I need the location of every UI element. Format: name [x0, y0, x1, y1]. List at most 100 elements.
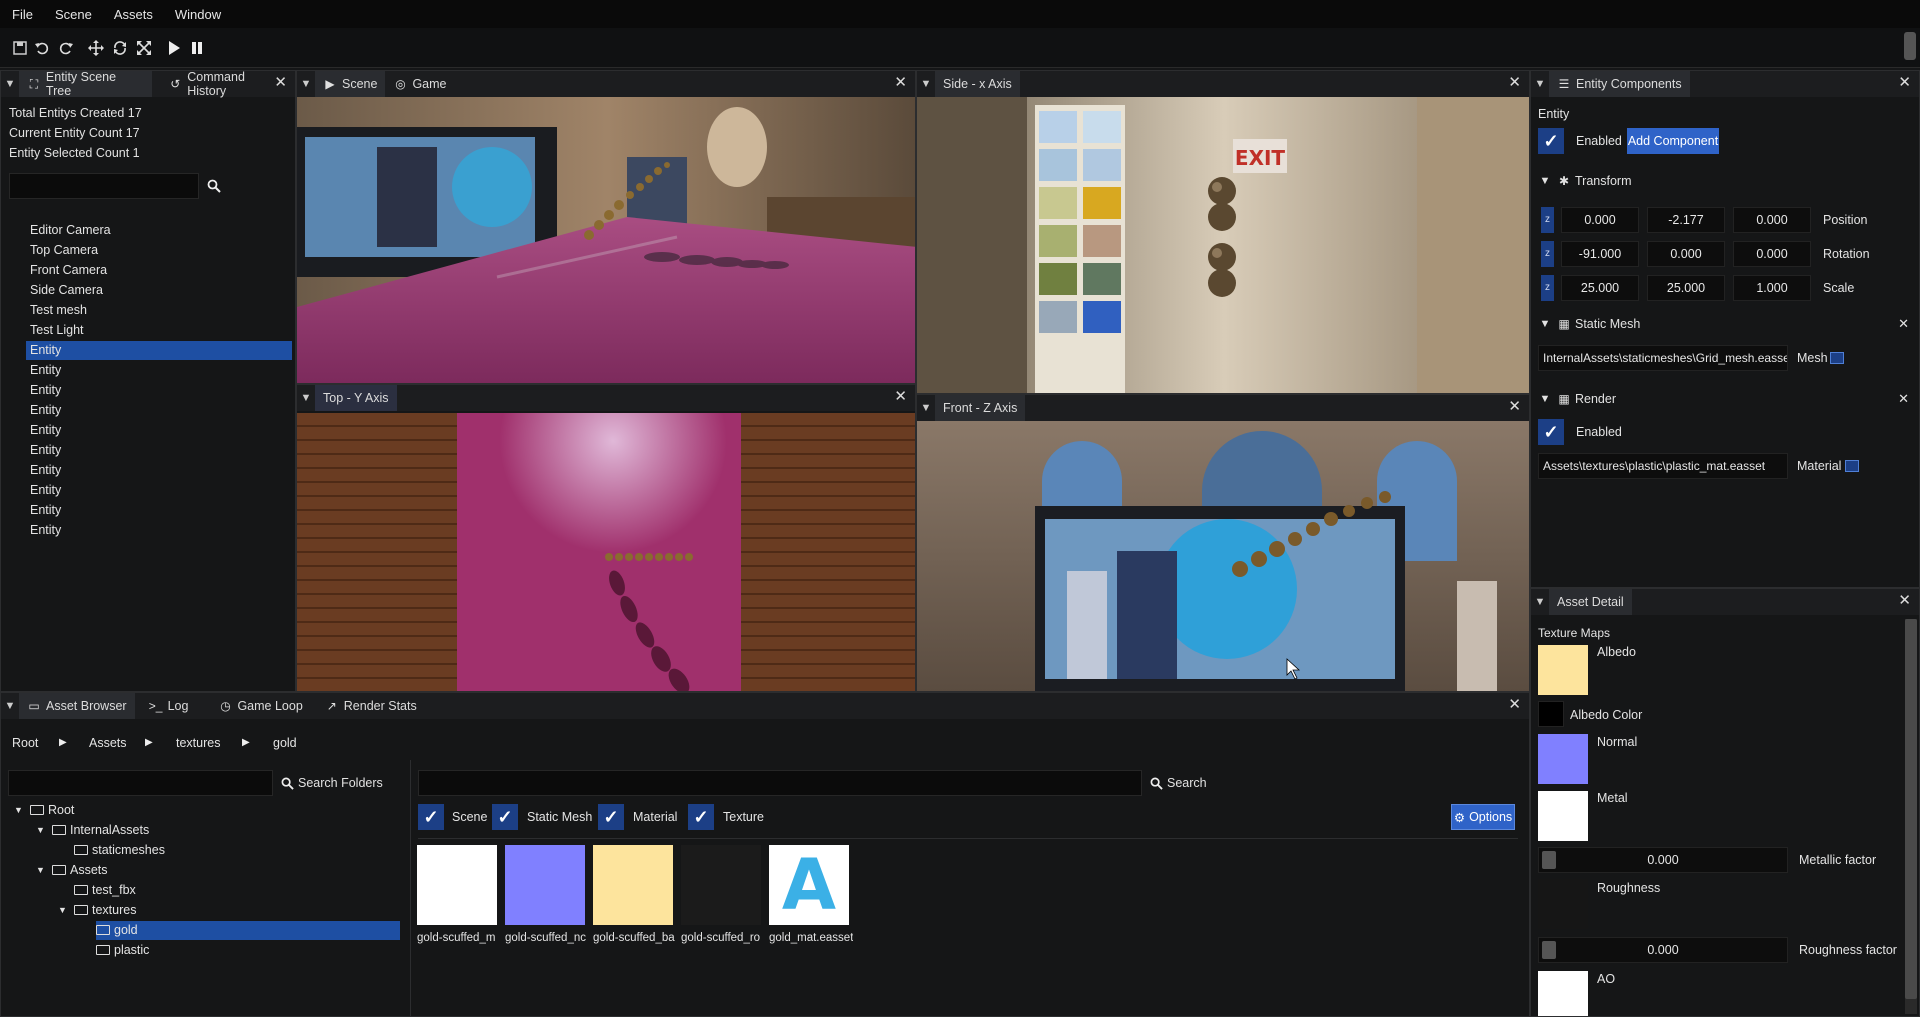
pause-icon[interactable]: [189, 40, 205, 56]
menu-scene[interactable]: Scene: [55, 7, 92, 22]
close-icon[interactable]: ✕: [894, 75, 907, 91]
breadcrumb-assets[interactable]: Assets: [89, 736, 127, 750]
panel-menu-icon[interactable]: ▼: [917, 402, 935, 414]
folder-tree-item[interactable]: gold: [96, 921, 400, 940]
folder-search-input[interactable]: [8, 770, 273, 796]
play-icon[interactable]: [166, 40, 182, 56]
tab-asset-detail[interactable]: Asset Detail: [1549, 589, 1632, 615]
close-icon[interactable]: ✕: [894, 389, 907, 405]
slider-knob[interactable]: [1542, 851, 1556, 869]
material-picker-button[interactable]: [1845, 460, 1859, 472]
metallic-factor-slider[interactable]: 0.000: [1538, 847, 1788, 873]
close-icon[interactable]: ✕: [1508, 399, 1521, 415]
menu-window[interactable]: Window: [175, 7, 221, 22]
asset-thumbnail[interactable]: A: [769, 845, 849, 925]
scale-icon[interactable]: [136, 40, 152, 56]
entity-tree-item[interactable]: Entity: [26, 401, 292, 420]
folder-tree-item[interactable]: Root: [30, 801, 74, 820]
tab-entity-scene-tree[interactable]: ⛶ Entity Scene Tree: [18, 71, 153, 98]
expand-arrow-icon[interactable]: ▼: [36, 821, 45, 840]
tab-asset-browser[interactable]: ▭ Asset Browser: [19, 693, 135, 719]
transform-value-field[interactable]: 25.000: [1647, 275, 1725, 301]
folder-tree-item[interactable]: InternalAssets: [52, 821, 149, 840]
render-header[interactable]: ▼ ▦ Render ✕: [1531, 386, 1919, 412]
folder-tree-item[interactable]: Assets: [52, 861, 108, 880]
breadcrumb-textures[interactable]: textures: [176, 736, 220, 750]
entity-tree-item[interactable]: Entity: [26, 481, 292, 500]
entity-tree-item[interactable]: Entity: [26, 341, 292, 360]
entity-tree-item[interactable]: Front Camera: [26, 261, 292, 280]
asset-detail-scrollbar[interactable]: [1905, 619, 1917, 1014]
side-viewport-render[interactable]: EXIT: [917, 97, 1530, 394]
asset-search-input[interactable]: [418, 770, 1142, 796]
albedo-color-swatch[interactable]: [1538, 701, 1564, 727]
transform-value-field[interactable]: 25.000: [1561, 275, 1639, 301]
panel-menu-icon[interactable]: ▼: [297, 392, 315, 404]
add-component-button[interactable]: Add Component: [1627, 128, 1719, 154]
folder-tree-item[interactable]: textures: [74, 901, 136, 920]
tab-game-loop[interactable]: ◷ Game Loop: [210, 693, 310, 719]
tab-render-stats[interactable]: ↗ Render Stats: [317, 693, 425, 719]
entity-tree-item[interactable]: Side Camera: [26, 281, 292, 300]
asset-thumbnail[interactable]: [681, 845, 761, 925]
tab-scene[interactable]: ▶ Scene: [315, 71, 386, 97]
transform-value-field[interactable]: 0.000: [1733, 207, 1811, 233]
entity-tree-item[interactable]: Entity: [26, 381, 292, 400]
entity-tree-item[interactable]: Top Camera: [26, 241, 292, 260]
metal-swatch[interactable]: [1538, 791, 1588, 841]
search-button[interactable]: Search: [1150, 776, 1207, 790]
filter-scene-checkbox[interactable]: ✓: [418, 804, 444, 830]
expand-arrow-icon[interactable]: ▼: [14, 801, 23, 820]
expand-arrow-icon[interactable]: ▼: [58, 901, 67, 920]
menu-assets[interactable]: Assets: [114, 7, 153, 22]
collapse-arrow-icon[interactable]: ▼: [1535, 393, 1555, 405]
panel-menu-icon[interactable]: ▼: [1, 78, 19, 90]
filter-material-checkbox[interactable]: ✓: [598, 804, 624, 830]
static-mesh-header[interactable]: ▼ ▦ Static Mesh ✕: [1531, 311, 1919, 337]
entity-tree-item[interactable]: Entity: [26, 461, 292, 480]
close-icon[interactable]: ✕: [1508, 697, 1521, 713]
transform-value-field[interactable]: 0.000: [1561, 207, 1639, 233]
scene-viewport-render[interactable]: [297, 97, 916, 384]
panel-menu-icon[interactable]: ▼: [1, 700, 19, 712]
asset-thumbnail[interactable]: [417, 845, 497, 925]
filter-static-mesh-checkbox[interactable]: ✓: [492, 804, 518, 830]
transform-value-field[interactable]: -91.000: [1561, 241, 1639, 267]
tab-top-y-axis[interactable]: Top - Y Axis: [315, 385, 397, 411]
tab-side-x-axis[interactable]: Side - x Axis: [935, 71, 1020, 97]
transform-value-field[interactable]: 1.000: [1733, 275, 1811, 301]
expand-arrow-icon[interactable]: ▼: [36, 861, 45, 880]
mesh-path-field[interactable]: InternalAssets\staticmeshes\Grid_mesh.ea…: [1538, 345, 1788, 371]
transform-value-field[interactable]: -2.177: [1647, 207, 1725, 233]
entity-tree-item[interactable]: Entity: [26, 441, 292, 460]
albedo-swatch[interactable]: [1538, 645, 1588, 695]
normal-swatch[interactable]: [1538, 734, 1588, 784]
tab-entity-components[interactable]: ☰ Entity Components: [1549, 71, 1690, 97]
toolbar-scrollbar[interactable]: [1904, 32, 1916, 60]
transform-value-field[interactable]: 0.000: [1733, 241, 1811, 267]
save-icon[interactable]: [12, 40, 28, 56]
tab-game[interactable]: ◎ Game: [385, 71, 454, 97]
asset-thumbnail[interactable]: [505, 845, 585, 925]
roughness-swatch[interactable]: [1538, 879, 1588, 929]
panel-menu-icon[interactable]: ▼: [1531, 596, 1549, 608]
entity-tree-item[interactable]: Entity: [26, 521, 292, 540]
remove-component-icon[interactable]: ✕: [1898, 316, 1909, 332]
close-icon[interactable]: ✕: [1898, 75, 1911, 91]
entity-tree-item[interactable]: Entity: [26, 361, 292, 380]
undo-icon[interactable]: [34, 40, 50, 56]
collapse-arrow-icon[interactable]: ▼: [1535, 318, 1555, 330]
panel-menu-icon[interactable]: ▼: [917, 78, 935, 90]
entity-enabled-checkbox[interactable]: ✓: [1538, 128, 1564, 154]
material-path-field[interactable]: Assets\textures\plastic\plastic_mat.eass…: [1538, 453, 1788, 479]
breadcrumb-gold[interactable]: gold: [273, 736, 297, 750]
tab-front-z-axis[interactable]: Front - Z Axis: [935, 395, 1026, 421]
panel-menu-icon[interactable]: ▼: [297, 78, 315, 90]
slider-knob[interactable]: [1542, 941, 1556, 959]
close-icon[interactable]: ✕: [274, 75, 287, 91]
mesh-picker-button[interactable]: [1830, 352, 1844, 364]
ao-swatch[interactable]: [1538, 971, 1588, 1016]
roughness-factor-slider[interactable]: 0.000: [1538, 937, 1788, 963]
close-icon[interactable]: ✕: [1898, 593, 1911, 609]
entity-search-input[interactable]: [9, 173, 199, 199]
